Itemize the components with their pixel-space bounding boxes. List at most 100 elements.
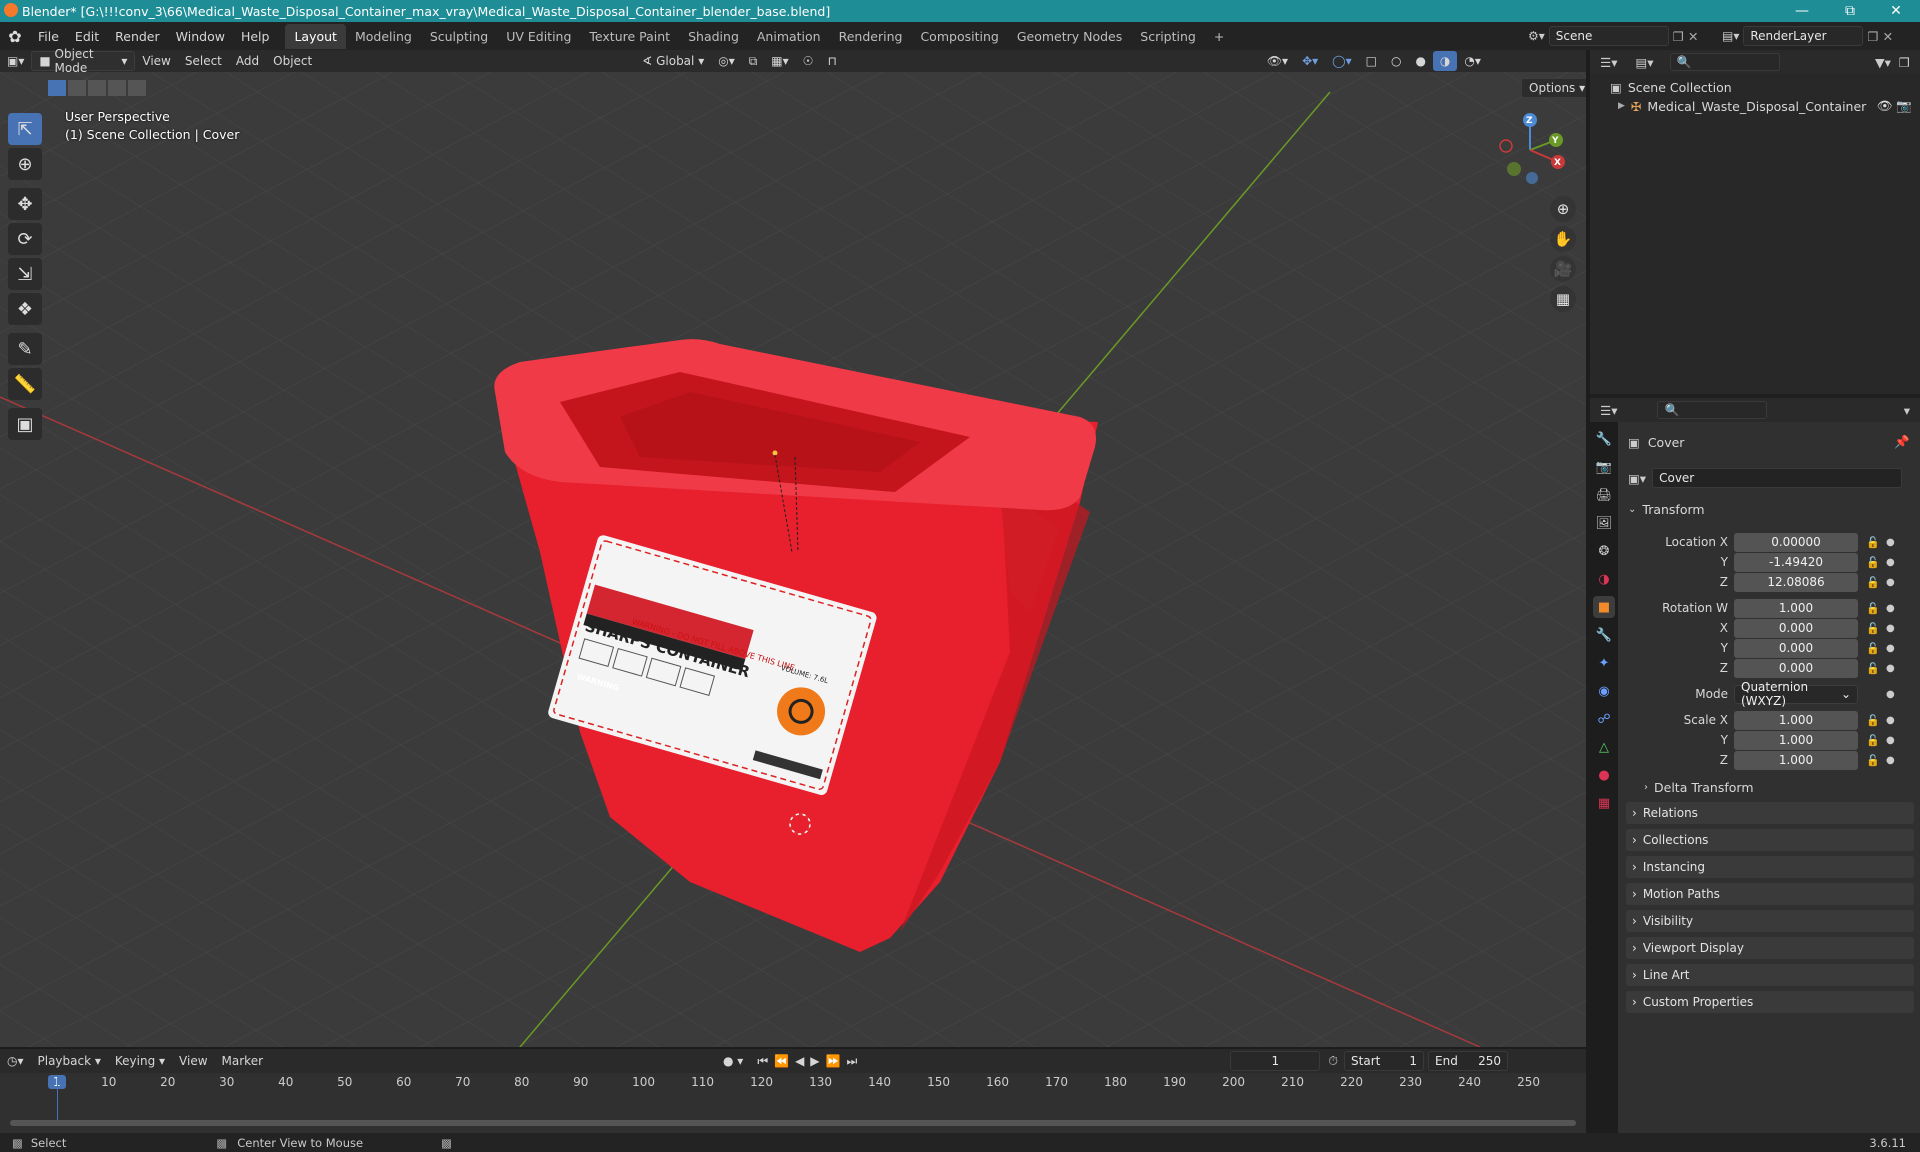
xray-icon[interactable]: □ bbox=[1359, 51, 1384, 71]
timeline-menu-marker[interactable]: Marker bbox=[215, 1051, 270, 1071]
output-tab-icon[interactable]: 🖨 bbox=[1593, 484, 1615, 506]
lock-icon[interactable]: 🔓 bbox=[1866, 734, 1882, 747]
keyframe-dot-icon[interactable]: ● bbox=[1886, 537, 1895, 548]
menu-render[interactable]: Render bbox=[107, 29, 168, 44]
scene-field[interactable]: Scene bbox=[1548, 26, 1669, 46]
expand-arrow-icon[interactable]: ▶ bbox=[1618, 101, 1625, 111]
datablock-icon[interactable]: ▣▾ bbox=[1628, 471, 1646, 486]
menu-edit[interactable]: Edit bbox=[67, 29, 107, 44]
properties-editor-icon[interactable]: ☰▾ bbox=[1600, 403, 1617, 418]
timeline-menu-playback[interactable]: Playback ▾ bbox=[31, 1051, 108, 1071]
lock-icon[interactable]: 🔓 bbox=[1866, 602, 1882, 615]
current-frame-field[interactable]: 1 bbox=[1230, 1051, 1321, 1071]
pin-icon[interactable]: 📌 bbox=[1894, 434, 1910, 450]
panel-custom-properties[interactable]: › Custom Properties bbox=[1626, 991, 1914, 1013]
rotation-mode-dropdown[interactable]: Quaternion (WXYZ) ⌄ bbox=[1734, 680, 1858, 708]
record-button-icon[interactable]: ● ▾ bbox=[716, 1051, 750, 1071]
modifier-tab-icon[interactable]: 🔧 bbox=[1593, 624, 1615, 646]
rotate-tool-icon[interactable]: ⟳ bbox=[8, 223, 42, 255]
tab-texture-paint[interactable]: Texture Paint bbox=[580, 24, 679, 49]
outliner-display-mode-icon[interactable]: ▤▾ bbox=[1635, 55, 1653, 70]
select-new-icon[interactable] bbox=[48, 80, 66, 96]
cursor-tool-icon[interactable]: ⊕ bbox=[8, 148, 42, 180]
viewport-menu-view[interactable]: View bbox=[135, 51, 177, 71]
orientation-selector[interactable]: ∢ Global ▾ bbox=[635, 51, 711, 71]
tab-geometry-nodes[interactable]: Geometry Nodes bbox=[1008, 24, 1131, 49]
viewport-menu-object[interactable]: Object bbox=[266, 51, 319, 71]
lock-icon[interactable]: 🔓 bbox=[1866, 622, 1882, 635]
render-layer-field[interactable]: RenderLayer bbox=[1743, 26, 1864, 46]
viewport-menu-select[interactable]: Select bbox=[178, 51, 229, 71]
timeline-scrollbar[interactable] bbox=[10, 1120, 1576, 1126]
maximize-button[interactable]: ⧉ bbox=[1828, 0, 1872, 22]
outliner-editor-icon[interactable]: ☰▾ bbox=[1600, 55, 1617, 70]
select-intersect-icon[interactable] bbox=[128, 80, 146, 96]
timeline-ruler[interactable]: 1102030405060708090100110120130140150160… bbox=[0, 1073, 1586, 1093]
keyframe-dot-icon[interactable]: ● bbox=[1886, 603, 1895, 614]
select-extend-icon[interactable] bbox=[68, 80, 86, 96]
panel-motion-paths[interactable]: › Motion Paths bbox=[1626, 883, 1914, 905]
location-y-field[interactable]: -1.49420 bbox=[1734, 552, 1858, 572]
viewport-menu-add[interactable]: Add bbox=[229, 51, 266, 71]
location-z-field[interactable]: 12.08086 bbox=[1734, 572, 1858, 592]
scale-tool-icon[interactable]: ⇲ bbox=[8, 258, 42, 290]
panel-viewport-display[interactable]: › Viewport Display bbox=[1626, 937, 1914, 959]
solid-shading-icon[interactable]: ● bbox=[1408, 51, 1432, 71]
tab-shading[interactable]: Shading bbox=[679, 24, 748, 49]
rotation-y-field[interactable]: 0.000 bbox=[1734, 638, 1858, 658]
add-cube-tool-icon[interactable]: ▣ bbox=[8, 408, 42, 440]
panel-instancing[interactable]: › Instancing bbox=[1626, 856, 1914, 878]
lock-icon[interactable]: 🔓 bbox=[1866, 576, 1882, 589]
select-invert-icon[interactable] bbox=[108, 80, 126, 96]
tab-rendering[interactable]: Rendering bbox=[830, 24, 912, 49]
zoom-icon[interactable]: ⊕ bbox=[1550, 196, 1576, 222]
properties-options-icon[interactable]: ▾ bbox=[1904, 403, 1910, 418]
menu-file[interactable]: File bbox=[30, 29, 67, 44]
transform-panel-header[interactable]: ⌄ Transform bbox=[1628, 502, 1705, 517]
world-tab-icon[interactable]: ◑ bbox=[1593, 568, 1615, 590]
measure-tool-icon[interactable]: 📏 bbox=[8, 368, 42, 400]
constraints-tab-icon[interactable]: ☍ bbox=[1593, 708, 1615, 730]
move-tool-icon[interactable]: ✥ bbox=[8, 188, 42, 220]
transform-tool-icon[interactable]: ❖ bbox=[8, 293, 42, 325]
material-shading-icon[interactable]: ◑ bbox=[1432, 51, 1458, 71]
lock-icon[interactable]: 🔓 bbox=[1866, 754, 1882, 767]
object-tab-icon[interactable]: ■ bbox=[1593, 596, 1615, 618]
select-subtract-icon[interactable] bbox=[88, 80, 106, 96]
scene-tab-icon[interactable]: ❂ bbox=[1593, 540, 1615, 562]
mode-selector[interactable]: ■ Object Mode ▾ bbox=[31, 47, 136, 75]
tab-scripting[interactable]: Scripting bbox=[1131, 24, 1205, 49]
snap-target-icon[interactable]: ▦▾ bbox=[764, 51, 795, 71]
keyframe-dot-icon[interactable]: ● bbox=[1886, 715, 1895, 726]
timeline-menu-view[interactable]: View bbox=[172, 1051, 214, 1071]
minimize-button[interactable]: — bbox=[1780, 0, 1824, 22]
perspective-grid-icon[interactable]: ▦ bbox=[1550, 286, 1576, 312]
render-layer-copy-icon[interactable]: ❐ bbox=[1867, 29, 1878, 44]
camera-icon[interactable]: 🎥 bbox=[1550, 256, 1576, 282]
timeline-editor-icon[interactable]: ◷▾ bbox=[0, 1051, 31, 1071]
playback-controls[interactable]: ⏮⏪◀▶⏩⏭ bbox=[750, 1051, 870, 1071]
pivot-icon[interactable]: ◎▾ bbox=[711, 51, 742, 71]
gizmo-toggle-icon[interactable]: ✥▾ bbox=[1295, 51, 1325, 71]
start-frame-field[interactable]: Start 1 bbox=[1344, 1051, 1425, 1071]
keyframe-dot-icon[interactable]: ● bbox=[1886, 557, 1895, 568]
properties-search[interactable]: 🔍 bbox=[1657, 401, 1768, 419]
lock-icon[interactable]: 🔓 bbox=[1866, 714, 1882, 727]
particles-tab-icon[interactable]: ✦ bbox=[1593, 652, 1615, 674]
outliner-scene-collection[interactable]: ▣ Scene Collection bbox=[1610, 80, 1732, 95]
close-button[interactable]: ✕ bbox=[1874, 0, 1918, 22]
scale-x-field[interactable]: 1.000 bbox=[1734, 710, 1858, 730]
menu-window[interactable]: Window bbox=[168, 29, 233, 44]
rotation-w-field[interactable]: 1.000 bbox=[1734, 598, 1858, 618]
tab-modeling[interactable]: Modeling bbox=[346, 24, 421, 49]
tab-sculpting[interactable]: Sculpting bbox=[421, 24, 497, 49]
panel-visibility[interactable]: › Visibility bbox=[1626, 910, 1914, 932]
panel-line-art[interactable]: › Line Art bbox=[1626, 964, 1914, 986]
rendered-shading-icon[interactable]: ◔▾ bbox=[1457, 51, 1488, 71]
render-tab-icon[interactable]: 📷 bbox=[1593, 456, 1615, 478]
outliner-item-container[interactable]: ▶ ✠ Medical_Waste_Disposal_Container 👁 📷 bbox=[1618, 98, 1918, 114]
snap-icon[interactable]: ⧉ bbox=[742, 51, 765, 71]
render-layer-close-icon[interactable]: ✕ bbox=[1883, 29, 1893, 44]
keyframe-dot-icon[interactable]: ● bbox=[1886, 623, 1895, 634]
keyframe-dot-icon[interactable]: ● bbox=[1886, 689, 1895, 700]
